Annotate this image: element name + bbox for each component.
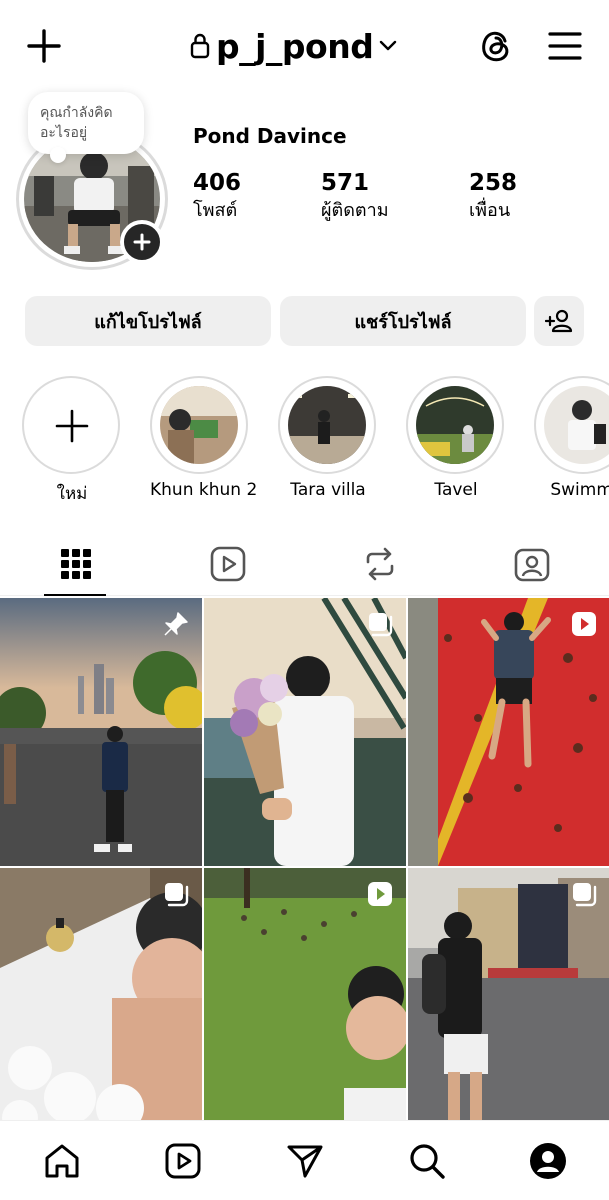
add-person-icon [545,309,573,333]
highlight-ring [406,376,504,474]
highlight-item[interactable]: Tara villa [278,376,378,500]
reel-icon [368,882,392,906]
multi-post-icon [165,883,189,907]
stat-value: 571 [321,170,370,196]
share-profile-button[interactable]: แชร์โปรไฟล์ [280,296,526,346]
multi-post-icon [573,883,597,907]
highlight-ring [278,376,376,474]
reels-icon[interactable] [163,1141,203,1181]
tagged-icon[interactable] [512,544,552,584]
note-text: คุณกำลังคิดอะไรอยู่ [40,105,113,141]
highlight-label: Tavel [434,480,478,500]
chevron-down-icon [380,40,397,51]
stat-value: 258 [469,170,518,196]
username-switcher[interactable]: p_j_pond [190,24,397,68]
stat-friends[interactable]: 258 เพื่อน [469,168,517,224]
home-icon[interactable] [42,1141,82,1181]
highlight-ring [22,376,120,474]
post-tile[interactable] [204,868,406,1136]
post-tile[interactable] [0,868,202,1136]
discover-people-button[interactable] [534,296,584,346]
highlight-new[interactable]: ใหม่ [22,376,122,507]
bottom-nav [0,1120,609,1200]
plus-icon [133,233,151,251]
highlight-cover [416,386,494,464]
plus-icon[interactable] [24,26,64,66]
highlight-label: Khun khun 2 [150,480,258,500]
highlight-item[interactable]: Swimmi [534,376,609,500]
highlight-label: ใหม่ [56,484,88,504]
reposts-icon[interactable] [360,544,400,584]
threads-icon[interactable] [476,26,516,66]
lock-icon [190,33,210,59]
username: p_j_pond [216,26,374,66]
stat-label: โพสต์ [193,200,238,221]
highlight-label: Swimmi [550,480,609,500]
active-tab-indicator [44,594,106,596]
pin-icon [164,612,188,636]
reel-icon [572,612,596,636]
edit-profile-button[interactable]: แก้ไขโปรไฟล์ [25,296,271,346]
profile-tabs [0,532,609,596]
multi-post-icon [369,613,393,637]
menu-icon[interactable] [546,28,584,64]
highlight-item[interactable]: Khun khun 2 [150,376,258,500]
add-story-button[interactable] [120,220,164,264]
stat-label: ผู้ติดตาม [321,200,389,221]
post-tile[interactable] [408,868,609,1136]
reels-icon[interactable] [208,544,248,584]
highlight-ring [150,376,248,474]
grid-icon[interactable] [56,544,96,584]
search-icon[interactable] [407,1141,447,1181]
note-bubble[interactable]: คุณกำลังคิดอะไรอยู่ [28,92,144,163]
highlight-cover [544,386,609,464]
highlight-label: Tara villa [290,480,366,500]
highlight-cover [160,386,238,464]
send-icon[interactable] [285,1141,325,1181]
post-tile[interactable] [0,598,202,866]
plus-icon [55,409,89,443]
post-tile[interactable] [408,598,609,866]
top-header: p_j_pond [0,0,609,92]
display-name: Pond Davince [193,124,347,148]
profile-icon[interactable] [528,1141,568,1181]
stat-posts[interactable]: 406 โพสต์ [193,168,241,224]
stat-followers[interactable]: 571 ผู้ติดตาม [321,168,389,224]
highlight-cover [288,386,366,464]
post-tile[interactable] [204,598,406,866]
highlight-ring [534,376,609,474]
stat-value: 406 [193,170,242,196]
highlight-item[interactable]: Tavel [406,376,506,500]
stat-label: เพื่อน [469,200,511,221]
